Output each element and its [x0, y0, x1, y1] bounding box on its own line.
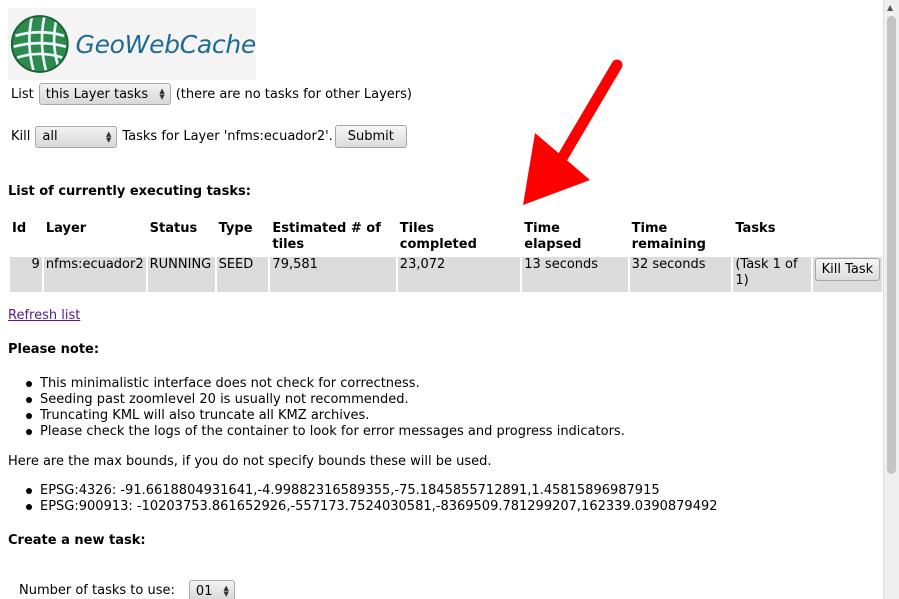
- cell-remaining: 32 seconds: [629, 257, 732, 292]
- header-elapsed-line1: Time: [524, 221, 560, 236]
- list-item: EPSG:900913: -10203753.861652926,-557173…: [0, 499, 718, 515]
- num-tasks-value: 01: [195, 583, 213, 599]
- list-item: Please check the logs of the container t…: [0, 424, 625, 440]
- header-action: [813, 221, 882, 255]
- cell-estimated: 79,581: [270, 257, 396, 292]
- list-item: This minimalistic interface does not che…: [0, 376, 625, 392]
- header-elapsed: Time elapsed: [522, 221, 627, 255]
- select-arrows-icon: ▲ ▼: [159, 87, 165, 101]
- header-type: Type: [218, 221, 253, 236]
- header-completed-line2: completed: [399, 237, 477, 252]
- table-row: 9 nfms:ecuador2 RUNNING SEED 79,581 23,0…: [10, 257, 882, 292]
- num-tasks-row: Number of tasks to use: 01 ▲ ▼: [19, 578, 235, 599]
- page-content: GeoWebCache List this Layer tasks ▲ ▼ (th…: [0, 0, 884, 599]
- cell-completed: 23,072: [397, 257, 521, 292]
- header-estimated: Estimated # of tiles: [270, 221, 395, 255]
- cell-elapsed: 13 seconds: [522, 257, 628, 292]
- kill-text: Tasks for Layer 'nfms:ecuador2'.: [122, 129, 333, 144]
- select-arrows-icon: ▲ ▼: [105, 129, 112, 144]
- cell-tasks-line2: 1): [735, 273, 749, 288]
- header-tasks: Tasks: [735, 221, 776, 236]
- geowebcache-logo: GeoWebCache: [8, 8, 256, 80]
- list-item: Truncating KML will also truncate all KM…: [0, 408, 625, 424]
- list-select-value: this Layer tasks: [45, 86, 149, 102]
- bullet-icon: [26, 413, 32, 419]
- note-text: Truncating KML will also truncate all KM…: [40, 408, 370, 423]
- tasks-heading: List of currently executing tasks:: [8, 184, 251, 199]
- red-arrow-icon: [523, 59, 623, 205]
- submit-button[interactable]: Submit: [334, 125, 407, 148]
- cell-id: 9: [10, 257, 42, 292]
- list-item: EPSG:4326: -91.6618804931641,-4.99882316…: [0, 483, 718, 499]
- bullet-icon: [26, 429, 32, 435]
- list-note: (there are no tasks for other Layers): [175, 86, 412, 102]
- refresh-list-link[interactable]: Refresh list: [8, 308, 80, 323]
- kill-label: Kill: [11, 129, 31, 144]
- bounds-text: EPSG:4326: -91.6618804931641,-4.99882316…: [40, 483, 660, 498]
- num-tasks-label: Number of tasks to use:: [19, 582, 175, 598]
- logo-text: GeoWebCache: [75, 29, 257, 59]
- kill-select[interactable]: all ▲ ▼: [35, 125, 118, 148]
- table-header-row: Id Layer Status Type Estimated # of tile…: [10, 221, 882, 255]
- header-remaining: Time remaining: [630, 221, 732, 255]
- cell-layer: nfms:ecuador2: [43, 257, 146, 292]
- kill-task-button[interactable]: Kill Task: [814, 258, 880, 281]
- list-item: Seeding past zoomlevel 20 is usually not…: [0, 392, 625, 408]
- header-estimated-line2: tiles: [272, 237, 305, 252]
- header-remaining-line2: remaining: [631, 237, 706, 252]
- header-completed: Tiles completed: [398, 221, 520, 255]
- cell-action: Kill Task: [812, 257, 882, 292]
- note-text: Please check the logs of the container t…: [40, 424, 625, 439]
- scrollbar-thumb[interactable]: [887, 16, 896, 474]
- header-status: Status: [149, 221, 198, 236]
- header-layer: Layer: [45, 221, 87, 236]
- scroll-up-icon[interactable]: ▲: [887, 3, 893, 12]
- vertical-scrollbar[interactable]: ▲: [883, 0, 899, 599]
- bullet-icon: [26, 504, 32, 510]
- cell-tasks-line1: (Task 1 of: [735, 257, 798, 272]
- bounds-text: EPSG:900913: -10203753.861652926,-557173…: [40, 499, 718, 514]
- cell-tasks: (Task 1 of 1): [733, 257, 811, 292]
- notes-list: This minimalistic interface does not che…: [0, 376, 625, 440]
- header-completed-line1: Tiles: [399, 221, 435, 236]
- cell-type: SEED: [216, 257, 269, 292]
- header-elapsed-line2: elapsed: [524, 237, 582, 252]
- create-task-heading: Create a new task:: [8, 533, 146, 548]
- note-text: This minimalistic interface does not che…: [40, 376, 420, 391]
- note-text: Seeding past zoomlevel 20 is usually not…: [40, 392, 409, 407]
- list-label: List: [11, 86, 34, 102]
- select-arrows-icon: ▲ ▼: [223, 584, 229, 598]
- bounds-list: EPSG:4326: -91.6618804931641,-4.99882316…: [0, 483, 718, 515]
- note-heading: Please note:: [8, 342, 100, 357]
- header-remaining-line1: Time: [631, 221, 668, 236]
- header-id: Id: [12, 221, 27, 236]
- bullet-icon: [26, 381, 32, 387]
- tasks-table: Id Layer Status Type Estimated # of tile…: [8, 219, 884, 294]
- list-row: List this Layer tasks ▲ ▼ (there are no t…: [11, 83, 412, 105]
- kill-select-value: all: [42, 129, 58, 144]
- bounds-intro: Here are the max bounds, if you do not s…: [8, 454, 492, 469]
- num-tasks-select[interactable]: 01 ▲ ▼: [188, 580, 235, 599]
- bullet-icon: [26, 397, 32, 403]
- globe-icon: [10, 15, 69, 73]
- cell-status: RUNNING: [147, 257, 215, 292]
- header-estimated-line1: Estimated # of: [272, 221, 381, 236]
- kill-row: Kill all ▲ ▼ Tasks for Layer 'nfms:ecuado…: [11, 125, 407, 148]
- bullet-icon: [26, 488, 32, 494]
- list-select[interactable]: this Layer tasks ▲ ▼: [38, 83, 171, 105]
